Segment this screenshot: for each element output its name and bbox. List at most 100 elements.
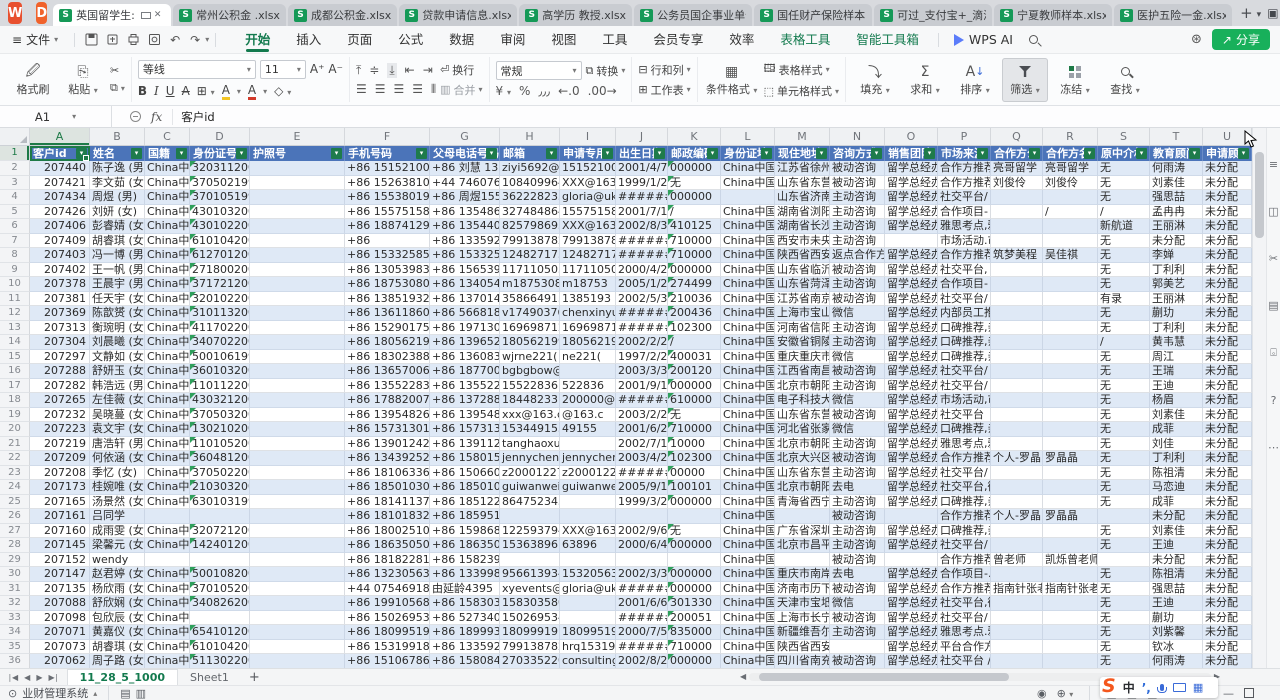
cell[interactable]: 王迪 <box>1150 596 1203 611</box>
cell[interactable]: 个人-罗晶 <box>991 451 1043 466</box>
cell[interactable] <box>1043 654 1098 668</box>
sogou-logo-icon[interactable]: S <box>1102 677 1116 696</box>
cell[interactable]: 1999/1/26 <box>616 176 668 191</box>
cell[interactable]: 无 <box>668 176 721 191</box>
cell[interactable]: China中国 <box>145 248 190 263</box>
column-header-I[interactable]: I <box>560 128 616 145</box>
cell[interactable]: 左佳薇 (女 <box>90 393 145 408</box>
pane-icon[interactable]: ◫ <box>1268 205 1278 218</box>
cell[interactable]: China中国 <box>145 451 190 466</box>
cell[interactable]: 未分配 <box>1150 509 1203 524</box>
cell[interactable] <box>250 509 345 524</box>
cell[interactable]: China中国 <box>721 495 775 510</box>
cell[interactable]: 天津市宝坻 <box>775 596 830 611</box>
cell[interactable]: China中国 <box>145 277 190 292</box>
cell-style-button[interactable]: ⬚ 单元格样式 ▾ <box>764 83 839 99</box>
cell[interactable]: 彭睿婧 (女 <box>90 219 145 234</box>
cell[interactable]: jennychen <box>560 451 616 466</box>
cell[interactable]: China中国 <box>145 219 190 234</box>
cell[interactable]: / <box>668 205 721 220</box>
cell[interactable] <box>250 161 345 176</box>
cell[interactable]: 无 <box>668 408 721 423</box>
column-header-R[interactable]: R <box>1043 128 1098 145</box>
cell[interactable]: 000000 <box>668 495 721 510</box>
cell[interactable]: +86 1850103098 <box>430 480 500 495</box>
search-icon[interactable] <box>1029 35 1038 44</box>
row-number[interactable]: 19 <box>0 408 30 423</box>
cell[interactable]: 207135 <box>30 582 90 597</box>
cell[interactable]: 文静如 (女 <box>90 350 145 365</box>
row-number[interactable]: 34 <box>0 625 30 640</box>
cell[interactable]: 被动咨询 <box>830 364 885 379</box>
cell[interactable] <box>1043 538 1098 553</box>
cell[interactable]: 湖南省长沙 <box>775 219 830 234</box>
header-cell[interactable]: 身份证地▾ <box>721 146 775 161</box>
cell[interactable] <box>1043 596 1098 611</box>
cell[interactable]: 唐浩轩 (男 <box>90 437 145 452</box>
cell[interactable]: 130210200106280921 <box>190 422 250 437</box>
upload-cloud-icon[interactable]: ⊛ <box>1191 32 1202 47</box>
cell[interactable]: 雅思考点,雅 <box>938 437 991 452</box>
cell[interactable]: 合作项目-. <box>938 567 991 582</box>
cell[interactable]: 无 <box>1098 393 1150 408</box>
cell[interactable] <box>1043 408 1098 423</box>
cell[interactable]: 207071 <box>30 625 90 640</box>
cell[interactable]: +86 15026953 <box>345 611 430 626</box>
cell[interactable]: 山东省菏泽 <box>775 277 830 292</box>
fullscreen-icon[interactable] <box>1244 688 1254 698</box>
cell[interactable]: 留学总经办 <box>885 654 938 668</box>
keyboard-icon[interactable] <box>1173 683 1186 692</box>
header-cell[interactable]: 手机号码▾ <box>345 146 430 161</box>
cell[interactable]: 无 <box>1098 234 1150 249</box>
filter-dropdown-icon[interactable]: ▾ <box>1084 148 1095 159</box>
cell[interactable]: +86 15290175 <box>345 321 430 336</box>
cell[interactable]: 610104200212213421 <box>190 234 250 249</box>
cell[interactable] <box>250 205 345 220</box>
cell[interactable]: 口碑推荐,亲 <box>938 524 991 539</box>
cell[interactable]: 2005/9/16 <box>616 480 668 495</box>
cell[interactable]: 未分配 <box>1203 495 1252 510</box>
cell[interactable]: 被动咨询 <box>830 263 885 278</box>
cell[interactable]: China中国 <box>721 248 775 263</box>
cell[interactable]: 15363896 <box>500 538 560 553</box>
cell[interactable]: 胡睿琪 (女 <box>90 640 145 655</box>
horizontal-scrollbar-thumb[interactable] <box>759 673 1009 681</box>
borders-button[interactable]: ⊞ ▾ <box>197 84 215 98</box>
cell[interactable]: 江苏省徐州 <box>775 161 830 176</box>
cell[interactable]: +86 1396522100 <box>430 335 500 350</box>
cell[interactable]: ######### <box>616 582 668 597</box>
cell[interactable]: m18753 <box>560 277 616 292</box>
cell[interactable]: 835000 <box>668 625 721 640</box>
cell[interactable]: China中国 <box>721 176 775 191</box>
cell[interactable]: 留学总经办 <box>885 335 938 350</box>
cell[interactable]: 梁馨元 (女 <box>90 538 145 553</box>
close-tab-icon[interactable]: ✕ <box>154 10 162 20</box>
eye-icon[interactable]: ◉ <box>1037 687 1047 700</box>
cell[interactable]: 留学总经办 <box>885 292 938 307</box>
caret-up-icon[interactable]: ▴ <box>93 689 97 698</box>
cell[interactable]: +86 15106786 <box>345 654 430 668</box>
cell[interactable]: 710000 <box>668 234 721 249</box>
cell[interactable]: 11711050 <box>560 263 616 278</box>
cell[interactable]: +86 13552283 <box>345 379 430 394</box>
italic-button[interactable]: I <box>154 84 159 98</box>
cell[interactable]: 200120 <box>668 364 721 379</box>
smart-fill-icon[interactable] <box>130 111 141 122</box>
system-label[interactable]: 业财管理系统 <box>22 685 88 700</box>
cell[interactable]: 207421 <box>30 176 90 191</box>
column-header-B[interactable]: B <box>90 128 145 145</box>
cell[interactable]: +86 19910568 <box>345 596 430 611</box>
cell[interactable]: China中国 <box>145 161 190 176</box>
cell[interactable]: 合作项目- <box>938 277 991 292</box>
font-name-select[interactable]: 等线▾ <box>138 60 256 79</box>
cell[interactable]: 207208 <box>30 466 90 481</box>
cell[interactable]: 200000@qq <box>560 393 616 408</box>
cell[interactable]: 无 <box>1098 640 1150 655</box>
cell[interactable]: 未分配 <box>1203 466 1252 481</box>
cell[interactable]: 陈祖清 <box>1150 466 1203 481</box>
cell[interactable]: 102300 <box>668 321 721 336</box>
cell[interactable] <box>1043 379 1098 394</box>
cell[interactable] <box>1043 219 1098 234</box>
header-cell[interactable]: 市场来源▾ <box>938 146 991 161</box>
cell[interactable]: 社交平台, <box>938 263 991 278</box>
